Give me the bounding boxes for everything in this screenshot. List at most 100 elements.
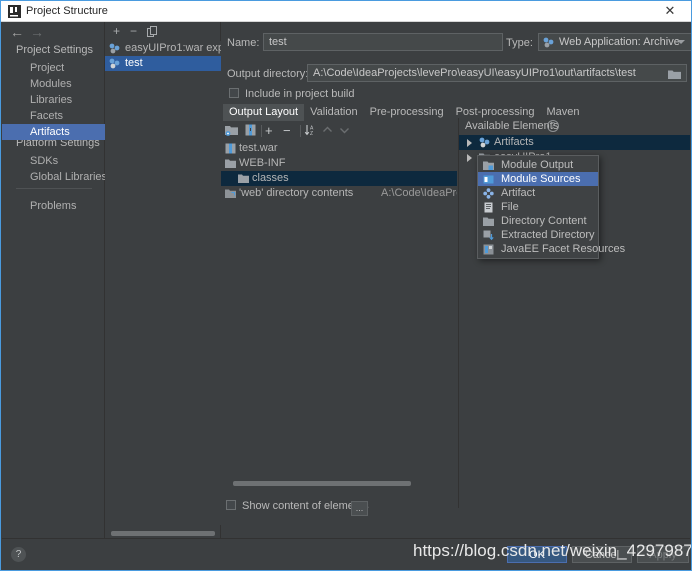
show-content-label: Show content of elements — [242, 500, 369, 512]
menu-item-file[interactable]: File — [478, 200, 598, 214]
title-bar: Project Structure ✕ — [1, 1, 691, 22]
table-row[interactable]: test.war — [221, 141, 457, 156]
artifact-icon — [483, 188, 494, 199]
window-title: Project Structure — [26, 5, 108, 17]
table-row-label: 'web' directory contents — [239, 187, 354, 199]
sidebar-item-facets[interactable]: Facets — [2, 108, 105, 124]
help-icon[interactable]: ? — [11, 547, 26, 562]
sidebar-item-global-libraries[interactable]: Global Libraries — [2, 169, 107, 185]
type-label: Type: — [506, 37, 533, 49]
module-output-icon — [483, 161, 494, 170]
name-input[interactable]: test — [263, 33, 503, 51]
table-row-path-hint: A:\Code\IdeaProjects\levePro\ — [381, 187, 457, 199]
output-directory-input[interactable]: A:\Code\IdeaProjects\levePro\easyUI\easy… — [307, 64, 687, 82]
new-folder-icon[interactable] — [225, 124, 238, 136]
tab-pre-processing[interactable]: Pre-processing — [364, 104, 450, 121]
menu-item-directory-content[interactable]: Directory Content — [478, 214, 598, 228]
list-item[interactable]: test — [105, 56, 221, 71]
help-icon[interactable]: ? — [547, 120, 559, 132]
dialog-footer: ? OK Cancel Apply — [2, 538, 690, 569]
sidebar-item-modules[interactable]: Modules — [2, 76, 105, 92]
sort-az-icon[interactable]: A Z — [304, 124, 316, 136]
sidebar-item-libraries[interactable]: Libraries — [2, 92, 105, 108]
output-layout-toolbar: + − A Z — [223, 123, 453, 139]
name-label: Name: — [227, 37, 260, 49]
artifact-icon — [479, 137, 490, 148]
output-directory-value: A:\Code\IdeaProjects\levePro\easyUI\easy… — [313, 67, 636, 79]
project-structure-dialog: Project Structure ✕ ← → Project Settings… — [0, 0, 692, 571]
menu-item-extracted-directory[interactable]: Extracted Directory — [478, 228, 598, 242]
plus-icon[interactable]: + — [265, 124, 273, 138]
sidebar-group-project-settings: Project Settings — [16, 44, 94, 56]
artifacts-toolbar: + − — [105, 22, 221, 41]
sidebar-item-artifacts[interactable]: Artifacts — [2, 124, 105, 140]
show-content-checkbox[interactable] — [226, 500, 236, 510]
add-artifact-button[interactable]: + — [113, 25, 120, 38]
include-in-build-label: Include in project build — [245, 88, 355, 100]
sidebar-item-problems[interactable]: Problems — [2, 198, 105, 214]
artifact-detail-pane: Name: test Type: Web Application: Archiv… — [221, 22, 691, 541]
type-select[interactable]: Web Application: Archive — [538, 33, 691, 51]
table-row-label: classes — [252, 172, 289, 184]
menu-item-label: Module Output — [501, 159, 574, 171]
menu-item-label: Directory Content — [501, 215, 587, 227]
list-item[interactable]: Artifacts — [459, 135, 690, 150]
menu-item-label: File — [501, 201, 519, 213]
include-in-build-checkbox[interactable] — [229, 88, 239, 98]
artifact-icon — [109, 43, 120, 54]
folder-icon[interactable] — [668, 69, 681, 79]
folder-link-icon — [225, 189, 236, 198]
table-row-label: test.war — [239, 142, 278, 154]
settings-sidebar: ← → Project Settings Platform Settings P… — [2, 22, 107, 541]
archive-icon[interactable] — [245, 124, 256, 136]
sidebar-divider — [16, 188, 92, 189]
artifacts-horizontal-scrollbar[interactable] — [111, 531, 215, 536]
sidebar-item-sdks[interactable]: SDKs — [2, 153, 105, 169]
svg-text:Z: Z — [310, 131, 313, 136]
type-select-value: Web Application: Archive — [559, 36, 680, 48]
menu-item-label: Artifact — [501, 187, 536, 199]
artifacts-list-panel: + − easyUIPro1:war exploded test — [105, 22, 251, 541]
file-icon — [484, 202, 493, 213]
list-item[interactable]: easyUIPro1:war exploded — [105, 41, 251, 56]
ok-button[interactable]: OK — [507, 546, 567, 563]
minus-icon[interactable]: − — [283, 124, 291, 138]
module-sources-icon — [483, 175, 494, 184]
table-row[interactable]: classes — [221, 171, 457, 186]
menu-item-module-sources[interactable]: Module Sources — [478, 172, 598, 186]
add-element-context-menu: Module Output Module Sources Artifact Fi… — [477, 155, 625, 259]
folder-icon — [238, 174, 249, 183]
menu-item-label: Module Sources — [501, 173, 581, 185]
chevron-right-icon[interactable] — [467, 139, 472, 147]
cancel-button[interactable]: Cancel — [572, 546, 632, 563]
tree-horizontal-scrollbar[interactable] — [233, 481, 411, 486]
tab-output-layout[interactable]: Output Layout — [223, 104, 305, 121]
apply-button: Apply — [637, 546, 689, 563]
list-item-label: Artifacts — [494, 136, 534, 148]
menu-item-javaee-facet-resources[interactable]: JavaEE Facet Resources — [478, 242, 625, 256]
artifacts-list: easyUIPro1:war exploded test — [105, 41, 251, 525]
remove-artifact-button[interactable]: − — [130, 25, 137, 38]
chevron-right-icon[interactable] — [467, 154, 472, 162]
sidebar-item-project[interactable]: Project — [2, 60, 105, 76]
artifact-icon — [109, 58, 120, 69]
table-row[interactable]: WEB-INF — [221, 156, 457, 171]
menu-item-artifact[interactable]: Artifact — [478, 186, 598, 200]
more-options-button[interactable]: ... — [351, 501, 368, 516]
tab-validation[interactable]: Validation — [304, 104, 364, 121]
menu-item-label: JavaEE Facet Resources — [501, 243, 626, 255]
nav-forward-icon: → — [30, 24, 44, 40]
copy-artifact-button[interactable] — [147, 26, 158, 37]
toolbar-separator — [261, 125, 262, 137]
close-icon[interactable]: ✕ — [649, 1, 691, 21]
table-row[interactable]: 'web' directory contents A:\Code\IdeaPro… — [221, 186, 457, 201]
archive-icon — [225, 143, 236, 154]
javaee-icon — [483, 244, 494, 255]
menu-item-module-output[interactable]: Module Output — [478, 158, 598, 172]
list-item-label: test — [125, 57, 143, 69]
nav-back-icon[interactable]: ← — [10, 25, 24, 39]
chevron-down-icon[interactable] — [677, 40, 685, 44]
sidebar-nav: ← → — [2, 22, 105, 43]
output-directory-label: Output directory: — [227, 68, 309, 80]
toolbar-separator — [300, 125, 301, 137]
